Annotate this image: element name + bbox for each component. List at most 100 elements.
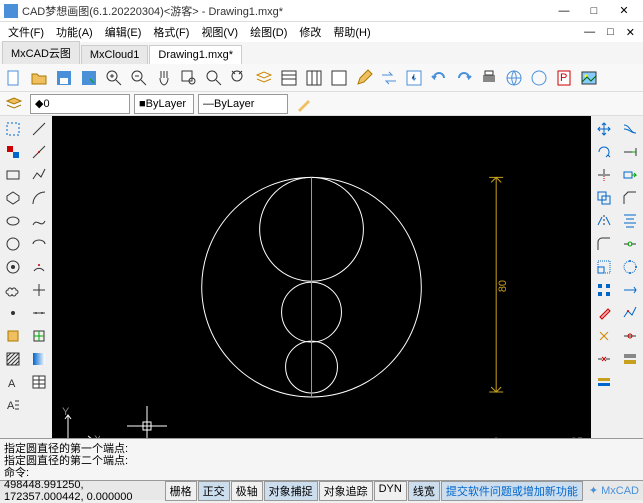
zoom-window-icon[interactable] bbox=[177, 66, 201, 90]
rectangle-icon[interactable] bbox=[2, 164, 24, 186]
trim-icon[interactable] bbox=[593, 164, 615, 186]
menu-file[interactable]: 文件(F) bbox=[2, 22, 50, 42]
erase-icon[interactable] bbox=[593, 302, 615, 324]
tab-mxcloud1[interactable]: MxCloud1 bbox=[81, 45, 149, 64]
mtext-icon[interactable]: A bbox=[2, 394, 24, 416]
menu-format[interactable]: 格式(F) bbox=[147, 22, 195, 42]
offset-icon[interactable] bbox=[619, 118, 641, 140]
status-ortho[interactable]: 正交 bbox=[198, 481, 230, 501]
ray-icon[interactable] bbox=[28, 279, 50, 301]
mdi-close[interactable]: ✕ bbox=[620, 24, 641, 41]
breakat-icon[interactable] bbox=[619, 325, 641, 347]
redo-icon[interactable] bbox=[452, 66, 476, 90]
match-prop-icon[interactable] bbox=[292, 92, 316, 116]
cloud-icon[interactable] bbox=[527, 66, 551, 90]
xline-icon[interactable] bbox=[28, 141, 50, 163]
tab-drawing1[interactable]: Drawing1.mxg* bbox=[149, 45, 242, 64]
saveas-icon[interactable] bbox=[77, 66, 101, 90]
chamfer-icon[interactable] bbox=[619, 187, 641, 209]
feedback-link[interactable]: 提交软件问题或增加新功能 bbox=[441, 481, 583, 501]
status-dyn[interactable]: DYN bbox=[374, 481, 407, 501]
ellipse-icon[interactable] bbox=[2, 210, 24, 232]
text-icon[interactable]: A bbox=[2, 371, 24, 393]
menu-modify[interactable]: 修改 bbox=[293, 22, 327, 42]
new-icon[interactable] bbox=[2, 66, 26, 90]
grid-icon[interactable] bbox=[302, 66, 326, 90]
block-icon[interactable] bbox=[2, 325, 24, 347]
point-icon[interactable] bbox=[2, 302, 24, 324]
lengthen-icon[interactable] bbox=[619, 279, 641, 301]
pedit-icon[interactable] bbox=[619, 302, 641, 324]
mdi-min[interactable]: — bbox=[578, 24, 601, 41]
color-combo[interactable]: ■ ByLayer bbox=[134, 94, 194, 114]
undo-icon[interactable] bbox=[427, 66, 451, 90]
spline-icon[interactable] bbox=[28, 210, 50, 232]
layer-tool-icon[interactable] bbox=[593, 371, 615, 393]
status-osnap[interactable]: 对象捕捉 bbox=[264, 481, 318, 501]
fillet-icon[interactable] bbox=[593, 233, 615, 255]
divide-icon[interactable] bbox=[28, 302, 50, 324]
maximize-button[interactable]: □ bbox=[579, 1, 609, 21]
menu-func[interactable]: 功能(A) bbox=[50, 22, 99, 42]
mdi-max[interactable]: □ bbox=[601, 24, 620, 41]
save-icon[interactable] bbox=[52, 66, 76, 90]
region-icon[interactable] bbox=[2, 141, 24, 163]
layermatch-icon[interactable] bbox=[619, 348, 641, 370]
join-icon[interactable] bbox=[619, 233, 641, 255]
layer-manager-icon[interactable] bbox=[2, 92, 26, 116]
export-icon[interactable] bbox=[402, 66, 426, 90]
status-grid[interactable]: 栅格 bbox=[165, 481, 197, 501]
blocks-icon[interactable] bbox=[327, 66, 351, 90]
explode-icon[interactable] bbox=[593, 325, 615, 347]
zoom-extents-icon[interactable] bbox=[202, 66, 226, 90]
hatch-icon[interactable] bbox=[2, 348, 24, 370]
close-button[interactable]: ✕ bbox=[609, 1, 639, 21]
menu-view[interactable]: 视图(V) bbox=[195, 22, 244, 42]
menu-help[interactable]: 帮助(H) bbox=[327, 22, 376, 42]
mirror-icon[interactable] bbox=[593, 210, 615, 232]
properties-icon[interactable] bbox=[277, 66, 301, 90]
array-icon[interactable] bbox=[593, 279, 615, 301]
arc3p-icon[interactable] bbox=[28, 256, 50, 278]
scale-icon[interactable] bbox=[593, 256, 615, 278]
align-icon[interactable] bbox=[619, 210, 641, 232]
web-icon[interactable] bbox=[502, 66, 526, 90]
zoom-all-icon[interactable] bbox=[227, 66, 251, 90]
linetype-combo[interactable]: — ByLayer bbox=[198, 94, 288, 114]
donut-icon[interactable] bbox=[2, 256, 24, 278]
minimize-button[interactable]: — bbox=[549, 1, 579, 21]
copy-icon[interactable] bbox=[593, 187, 615, 209]
status-lw[interactable]: 线宽 bbox=[408, 481, 440, 501]
select-icon[interactable] bbox=[2, 118, 24, 140]
menu-edit[interactable]: 编辑(E) bbox=[99, 22, 148, 42]
menu-draw[interactable]: 绘图(D) bbox=[244, 22, 293, 42]
circle-icon[interactable] bbox=[2, 233, 24, 255]
open-icon[interactable] bbox=[27, 66, 51, 90]
print-icon[interactable] bbox=[477, 66, 501, 90]
gradient-icon[interactable] bbox=[28, 348, 50, 370]
pdf-icon[interactable]: P bbox=[552, 66, 576, 90]
zoom-in-icon[interactable] bbox=[102, 66, 126, 90]
image-icon[interactable] bbox=[577, 66, 601, 90]
layer-combo[interactable]: ◆ 0 bbox=[30, 94, 130, 114]
extend-icon[interactable] bbox=[619, 141, 641, 163]
line-icon[interactable] bbox=[28, 118, 50, 140]
stretch-icon[interactable] bbox=[619, 164, 641, 186]
transfer-icon[interactable] bbox=[377, 66, 401, 90]
ellipsearc-icon[interactable] bbox=[28, 233, 50, 255]
layers-icon[interactable] bbox=[252, 66, 276, 90]
status-otrack[interactable]: 对象追踪 bbox=[319, 481, 373, 501]
arraypolar-icon[interactable] bbox=[619, 256, 641, 278]
command-area[interactable]: 指定圆直径的第一个端点: 指定圆直径的第二个端点: 命令: bbox=[0, 438, 643, 480]
rotate-icon[interactable] bbox=[593, 141, 615, 163]
revcloud-icon[interactable] bbox=[2, 279, 24, 301]
edit-icon[interactable] bbox=[352, 66, 376, 90]
table-icon[interactable] bbox=[28, 371, 50, 393]
pan-icon[interactable] bbox=[152, 66, 176, 90]
polyline-icon[interactable] bbox=[28, 164, 50, 186]
drawing-canvas[interactable]: 80 YX 0 35 bbox=[52, 116, 591, 438]
break-icon[interactable] bbox=[593, 348, 615, 370]
polygon-icon[interactable] bbox=[2, 187, 24, 209]
insert-icon[interactable] bbox=[28, 325, 50, 347]
zoom-out-icon[interactable] bbox=[127, 66, 151, 90]
